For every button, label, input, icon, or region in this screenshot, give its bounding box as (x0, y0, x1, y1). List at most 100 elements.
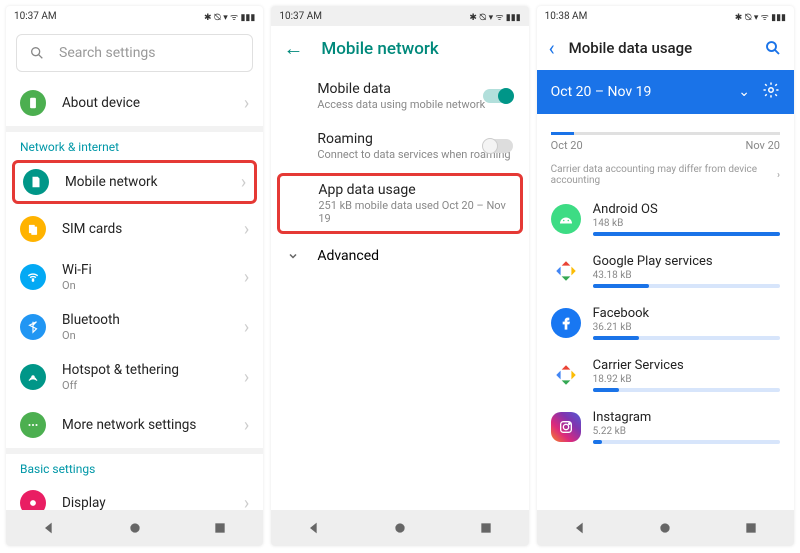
status-bar: 10:37 AM ✱ ⦰ ▾ ᯤ ▮▮▮ (6, 6, 263, 26)
date-range-selector[interactable]: Oct 20 – Nov 19 ⌄ (537, 70, 794, 114)
carrier-services-icon (551, 360, 581, 390)
status-time: 10:37 AM (279, 11, 322, 22)
chevron-down-icon: ⌄ (738, 84, 750, 100)
status-bar: 10:37 AM ✱ ⦰ ▾ ᯤ ▮▮▮ (271, 6, 528, 26)
back-button[interactable]: ‹ (549, 36, 555, 60)
wifi-row[interactable]: Wi-FiOn › (6, 252, 263, 302)
screen-title: Mobile network (321, 39, 438, 59)
search-icon (29, 45, 45, 61)
status-icons: ✱ ⦰ ▾ ᯤ ▮▮▮ (204, 10, 255, 23)
mobile-data-row[interactable]: Mobile data Access data using mobile net… (271, 71, 528, 121)
nav-back-button[interactable] (41, 520, 57, 536)
app-data-usage-row[interactable]: App data usage 251 kB mobile data used O… (277, 173, 522, 234)
screen-header: ← Mobile network (271, 26, 528, 71)
row-sub: On (62, 279, 244, 292)
app-size: 36.21 kB (593, 322, 780, 333)
system-nav-bar (537, 510, 794, 546)
row-label: Bluetooth (62, 312, 244, 328)
row-label: Wi-Fi (62, 262, 244, 278)
app-size: 5.22 kB (593, 426, 780, 437)
instagram-icon (551, 412, 581, 442)
system-nav-bar (271, 510, 528, 546)
phone-icon (20, 90, 46, 116)
timeline-end: Nov 20 (746, 139, 780, 152)
settings-main-screen: 10:37 AM ✱ ⦰ ▾ ᯤ ▮▮▮ Search settings Abo… (6, 6, 263, 546)
row-label: Hotspot & tethering (62, 362, 244, 378)
row-sub: Off (62, 379, 244, 392)
usage-timeline: Oct 20 Nov 20 (537, 114, 794, 156)
timeline-start: Oct 20 (551, 139, 583, 152)
status-icons: ✱ ⦰ ▾ ᯤ ▮▮▮ (735, 10, 786, 23)
display-row[interactable]: Display › (6, 480, 263, 510)
mobile-data-usage-screen: 10:38 AM ✱ ⦰ ▾ ᯤ ▮▮▮ ‹ Mobile data usage… (537, 6, 794, 546)
mobile-network-row[interactable]: Mobile network › (12, 160, 257, 204)
sim-icon (23, 169, 49, 195)
app-name: Google Play services (593, 254, 780, 269)
nav-home-button[interactable] (657, 520, 673, 536)
app-name: Instagram (593, 410, 780, 425)
app-bar-fill (593, 388, 619, 392)
chevron-right-icon: › (244, 317, 249, 338)
wifi-icon (20, 264, 46, 290)
date-range-label: Oct 20 – Nov 19 (551, 84, 739, 100)
row-label: App data usage (318, 182, 511, 198)
chevron-right-icon: › (244, 93, 249, 114)
app-usage-row[interactable]: Instagram 5.22 kB (537, 402, 794, 454)
row-sub: On (62, 329, 244, 342)
row-label: About device (62, 95, 244, 111)
advanced-row[interactable]: Advanced (271, 236, 528, 276)
about-device-row[interactable]: About device › (6, 80, 263, 126)
nav-recent-button[interactable] (212, 520, 228, 536)
mobile-data-toggle[interactable] (483, 89, 513, 103)
app-usage-row[interactable]: Facebook 36.21 kB (537, 298, 794, 350)
more-icon (20, 412, 46, 438)
bluetooth-row[interactable]: BluetoothOn › (6, 302, 263, 352)
app-usage-row[interactable]: Android OS 148 kB (537, 194, 794, 246)
row-sub: 251 kB mobile data used Oct 20 – Nov 19 (318, 199, 511, 225)
android-icon (551, 204, 581, 234)
chevron-right-icon: › (241, 172, 246, 193)
roaming-toggle[interactable] (483, 139, 513, 153)
hotspot-icon (20, 364, 46, 390)
search-placeholder: Search settings (59, 45, 156, 61)
nav-home-button[interactable] (127, 520, 143, 536)
gear-icon[interactable] (762, 81, 780, 103)
screen-title: Mobile data usage (569, 39, 764, 57)
section-header-network: Network & internet (6, 132, 263, 158)
app-usage-row[interactable]: Google Play services 43.18 kB (537, 246, 794, 298)
timeline-bar (551, 132, 780, 135)
app-bar-fill (593, 440, 602, 444)
more-network-row[interactable]: More network settings › (6, 402, 263, 448)
nav-recent-button[interactable] (743, 520, 759, 536)
status-time: 10:37 AM (14, 11, 57, 22)
app-size: 148 kB (593, 218, 780, 229)
app-bar-fill (593, 232, 780, 236)
search-icon[interactable] (764, 39, 782, 57)
app-bar-fill (593, 336, 640, 340)
row-label: Advanced (317, 248, 379, 264)
carrier-note: Carrier data accounting may differ from … (551, 164, 777, 186)
sim-cards-icon (20, 216, 46, 242)
display-icon (20, 490, 46, 510)
app-name: Android OS (593, 202, 780, 217)
nav-home-button[interactable] (392, 520, 408, 536)
back-button[interactable]: ← (283, 36, 303, 61)
chevron-down-icon (287, 250, 299, 262)
carrier-note-row[interactable]: Carrier data accounting may differ from … (537, 156, 794, 194)
app-size: 18.92 kB (593, 374, 780, 385)
chevron-right-icon: › (244, 267, 249, 288)
app-usage-row[interactable]: Carrier Services 18.92 kB (537, 350, 794, 402)
section-header-basic: Basic settings (6, 454, 263, 480)
sim-cards-row[interactable]: SIM cards › (6, 206, 263, 252)
hotspot-row[interactable]: Hotspot & tetheringOff › (6, 352, 263, 402)
roaming-row[interactable]: Roaming Connect to data services when ro… (271, 121, 528, 171)
search-input[interactable]: Search settings (16, 34, 253, 72)
row-label: More network settings (62, 417, 244, 433)
nav-recent-button[interactable] (478, 520, 494, 536)
system-nav-bar (6, 510, 263, 546)
facebook-icon (551, 308, 581, 338)
nav-back-button[interactable] (306, 520, 322, 536)
nav-back-button[interactable] (572, 520, 588, 536)
chevron-right-icon: › (244, 219, 249, 240)
app-name: Facebook (593, 306, 780, 321)
